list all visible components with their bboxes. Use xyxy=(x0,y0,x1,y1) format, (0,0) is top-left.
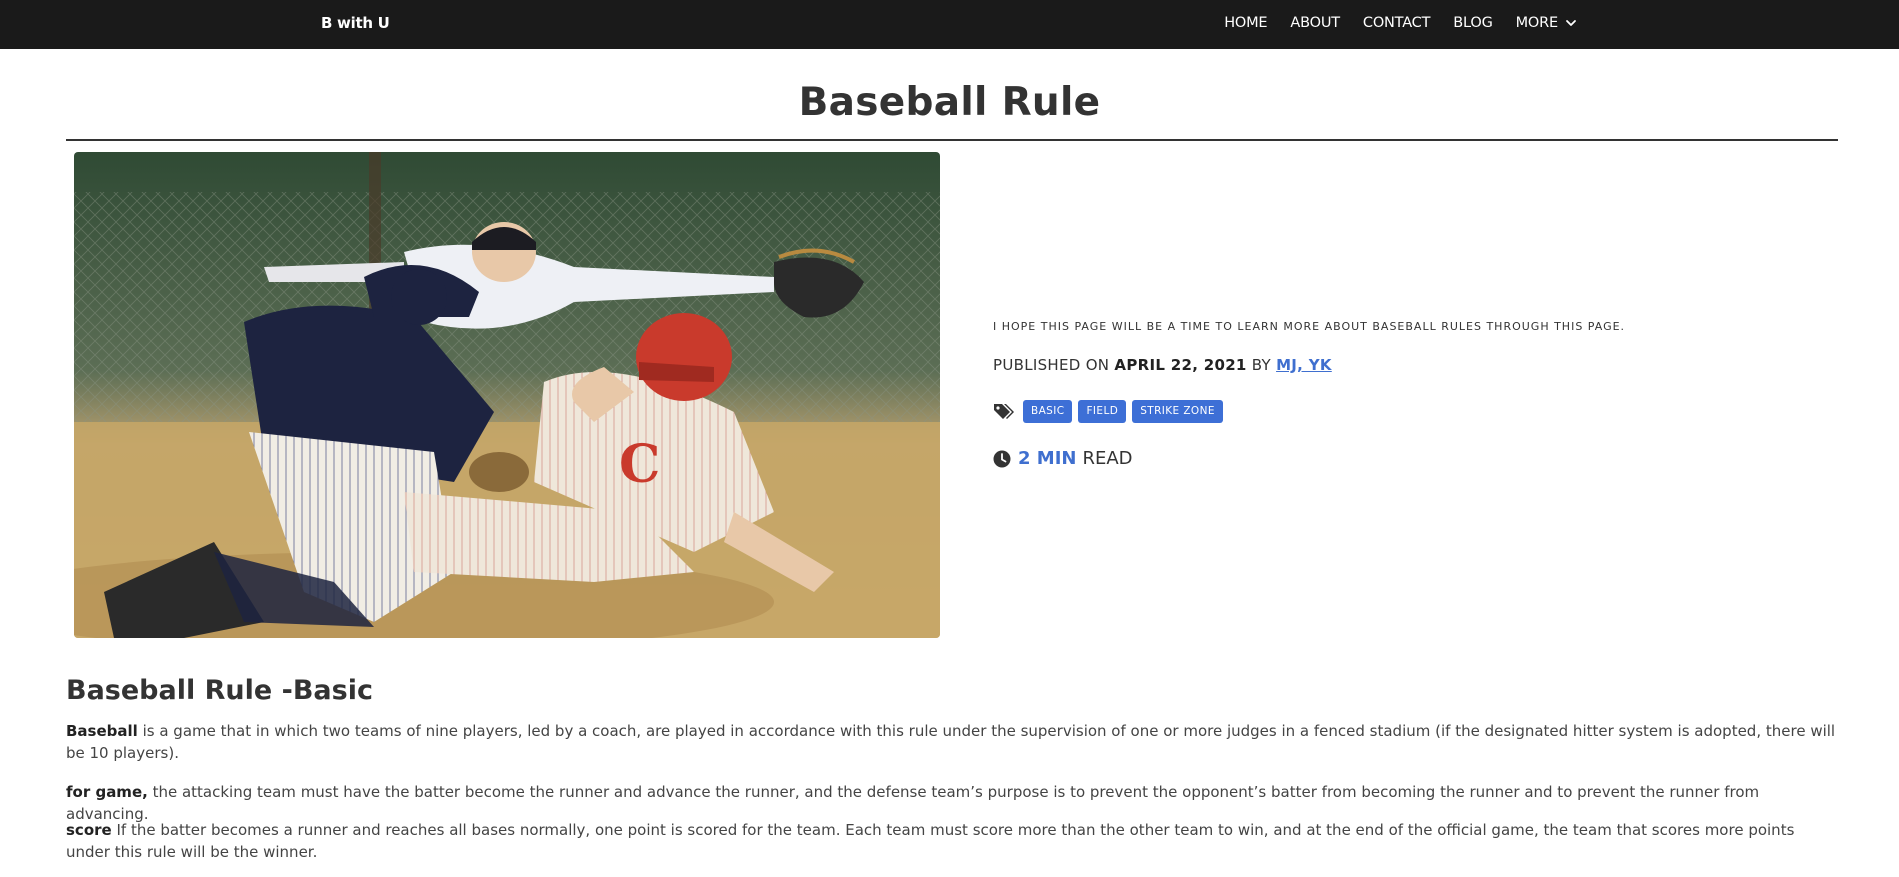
page-title: Baseball Rule xyxy=(798,80,1101,125)
paragraph-lead: score xyxy=(66,821,112,839)
nav-about-link[interactable]: ABOUT xyxy=(1290,15,1340,31)
publish-info: PUBLISHED ON APRIL 22, 2021 BY MJ, YK xyxy=(993,356,1332,374)
top-navbar: B with U HOME ABOUT CONTACT BLOG MORE xyxy=(0,0,1899,49)
clock-icon xyxy=(993,450,1011,468)
hero-image: C xyxy=(74,152,940,638)
nav-contact-link[interactable]: CONTACT xyxy=(1363,15,1431,31)
nav-more-label: MORE xyxy=(1515,15,1559,31)
paragraph-score: score If the batter becomes a runner and… xyxy=(66,819,1842,863)
svg-text:C: C xyxy=(619,434,660,495)
chevron-down-icon xyxy=(1565,17,1577,29)
nav-blog-link[interactable]: BLOG xyxy=(1453,15,1493,31)
tag-strike-zone[interactable]: STRIKE ZONE xyxy=(1132,400,1223,423)
published-by: BY xyxy=(1251,356,1271,374)
paragraph-baseball: Baseball is a game that in which two tea… xyxy=(66,720,1842,764)
tags-icon xyxy=(993,402,1015,422)
tag-basic[interactable]: BASIC xyxy=(1023,400,1073,423)
published-prefix: PUBLISHED ON xyxy=(993,356,1110,374)
author-link[interactable]: MJ, YK xyxy=(1276,356,1332,374)
tag-list: BASIC FIELD STRIKE ZONE xyxy=(993,400,1229,423)
paragraph-lead: for game, xyxy=(66,783,148,801)
intro-text: I HOPE THIS PAGE WILL BE A TIME TO LEARN… xyxy=(993,320,1626,333)
section-heading: Baseball Rule -Basic xyxy=(66,675,373,706)
read-label: READ xyxy=(1082,448,1133,469)
read-time: 2 MIN READ xyxy=(993,448,1133,469)
nav-more-dropdown[interactable]: MORE xyxy=(1516,15,1577,31)
publish-date: APRIL 22, 2021 xyxy=(1114,356,1247,374)
read-minutes: 2 MIN xyxy=(1018,448,1077,469)
paragraph-text: the attacking team must have the batter … xyxy=(66,783,1760,823)
nav-links: HOME ABOUT CONTACT BLOG MORE xyxy=(1224,15,1577,31)
tag-field[interactable]: FIELD xyxy=(1078,400,1127,423)
paragraph-text: is a game that in which two teams of nin… xyxy=(66,722,1836,762)
title-divider xyxy=(66,139,1838,141)
paragraph-text: If the batter becomes a runner and reach… xyxy=(66,821,1795,861)
nav-home-link[interactable]: HOME xyxy=(1224,15,1267,31)
paragraph-lead: Baseball xyxy=(66,722,138,740)
brand-logo-link[interactable]: B with U xyxy=(321,14,390,32)
